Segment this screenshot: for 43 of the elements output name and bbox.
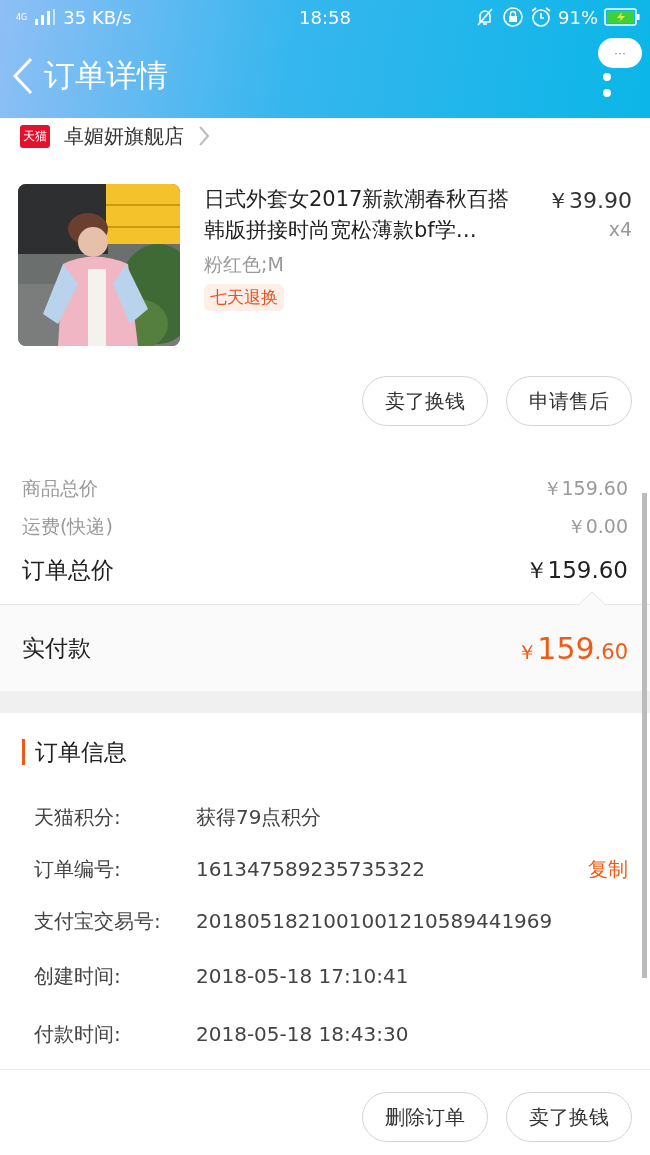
return-policy-tag: 七天退换: [204, 284, 284, 311]
battery-percent: 91%: [558, 6, 598, 28]
info-label: 订单编号:: [34, 855, 122, 883]
info-label: 付款时间:: [34, 1020, 122, 1048]
price-value: ￥0.00: [566, 514, 628, 539]
product-title[interactable]: 日式外套女2017新款潮春秋百搭韩版拼接时尚宽松薄款bf学…: [204, 184, 524, 246]
info-value: 获得79点积分: [196, 803, 323, 831]
unit-price: ￥39.90: [547, 187, 632, 215]
bell-muted-icon: [474, 7, 496, 27]
price-value: ￥159.60: [524, 555, 628, 585]
price-label: 商品总价: [22, 476, 98, 501]
info-value: 161347589235735322: [196, 857, 427, 881]
price-value: ￥159.60: [542, 476, 628, 501]
back-icon[interactable]: [12, 57, 34, 95]
dots-icon: [602, 72, 612, 98]
action-button[interactable]: 卖了换钱: [506, 1092, 632, 1142]
action-button[interactable]: 删除订单: [362, 1092, 488, 1142]
network-speed: 35 KB/s: [63, 6, 132, 28]
signal-icon: [33, 9, 58, 25]
action-button[interactable]: 卖了换钱: [362, 376, 488, 426]
store-name[interactable]: 卓媚妍旗舰店: [64, 122, 184, 150]
clock: 18:58: [299, 6, 351, 28]
action-button[interactable]: 申请售后: [506, 376, 632, 426]
info-label: 支付宝交易号:: [34, 907, 162, 935]
info-value: 2018-05-18 17:10:41: [196, 964, 410, 988]
info-label: 创建时间:: [34, 962, 122, 990]
paid-amount: ￥159.60: [517, 630, 628, 666]
info-value: 2018-05-18 18:43:30: [196, 1022, 410, 1046]
alarm-icon: [530, 6, 552, 28]
quantity: x4: [608, 218, 632, 240]
network-label: 4G: [16, 12, 28, 22]
chevron-right-icon[interactable]: [198, 125, 210, 147]
rotation-lock-icon: [502, 6, 524, 28]
price-label: 运费(快递): [22, 514, 113, 539]
product-variant: 粉红色;M: [204, 252, 284, 277]
price-label: 订单总价: [22, 555, 114, 585]
info-value: 2018051821001001210589441969: [196, 909, 554, 933]
page-title: 订单详情: [44, 56, 168, 95]
paid-label: 实付款: [22, 633, 91, 663]
info-label: 天猫积分:: [34, 803, 122, 831]
copy-link[interactable]: 复制: [588, 855, 628, 883]
store-badge: 天猫: [20, 124, 50, 148]
more-button[interactable]: ···: [598, 38, 642, 68]
